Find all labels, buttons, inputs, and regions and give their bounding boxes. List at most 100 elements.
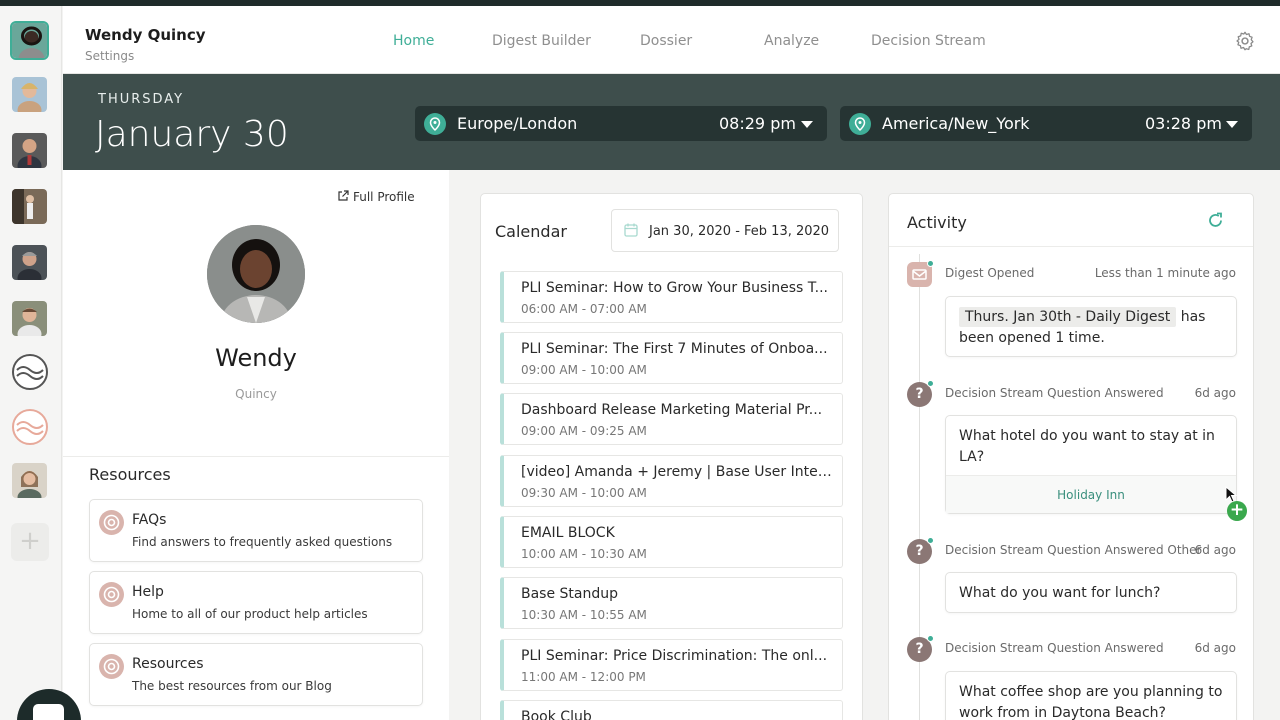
- event-title: Base Standup: [521, 586, 619, 602]
- activity-text: What do you want for lunch?: [959, 585, 1161, 601]
- calendar-event[interactable]: Base Standup 10:30 AM - 10:55 AM: [500, 577, 843, 629]
- activity-panel: Activity Digest Opened Less than 1 minut…: [888, 193, 1254, 720]
- timezone-new-york[interactable]: America/New_York 03:28 pm: [840, 106, 1252, 141]
- calendar-title: Calendar: [495, 222, 567, 241]
- date-range-value: Jan 30, 2020 - Feb 13, 2020: [649, 224, 830, 239]
- chevron-down-icon: [1226, 121, 1238, 128]
- avatar: [207, 225, 305, 323]
- activity-text: What hotel do you want to stay at in LA?: [959, 428, 1215, 465]
- rail-logo-light[interactable]: [12, 409, 48, 445]
- event-title: PLI Seminar: The First 7 Minutes of Onbo…: [521, 341, 828, 357]
- lifebuoy-icon: [99, 582, 124, 607]
- date-banner: THURSDAY January 30 Europe/London 08:29 …: [63, 74, 1280, 170]
- event-time: 10:30 AM - 10:55 AM: [521, 608, 647, 622]
- rail-avatar-2[interactable]: [12, 77, 47, 112]
- nav-dossier[interactable]: Dossier: [640, 33, 692, 49]
- activity-card[interactable]: What coffee shop are you planning to wor…: [945, 671, 1237, 720]
- timezone-name: Europe/London: [457, 114, 578, 133]
- app-header: Wendy Quincy Settings Home Digest Builde…: [63, 6, 1280, 74]
- external-link-icon: [338, 190, 349, 201]
- refresh-icon[interactable]: [1207, 212, 1224, 229]
- question-icon: ?: [907, 537, 934, 564]
- date-range-picker[interactable]: Jan 30, 2020 - Feb 13, 2020: [611, 209, 839, 252]
- timezone-name: America/New_York: [882, 114, 1030, 133]
- lifebuoy-icon: [99, 510, 124, 535]
- rail-avatar-wendy[interactable]: [10, 21, 49, 60]
- resource-card-resources[interactable]: Resources The best resources from our Bl…: [89, 643, 423, 706]
- profile-first-name: Wendy: [215, 344, 297, 372]
- event-title: Dashboard Release Marketing Material Pr.…: [521, 402, 823, 418]
- question-icon: ?: [907, 635, 934, 662]
- resource-desc: The best resources from our Blog: [132, 679, 332, 693]
- profile-last-name: Quincy: [235, 387, 277, 401]
- activity-text: What coffee shop are you planning to wor…: [959, 684, 1223, 720]
- activity-time: 6d ago: [1194, 543, 1236, 557]
- rail-avatar-6[interactable]: [12, 301, 47, 336]
- timezone-london[interactable]: Europe/London 08:29 pm: [415, 106, 827, 141]
- activity-label: Digest Opened: [945, 266, 1035, 280]
- nav-decision-stream[interactable]: Decision Stream: [871, 33, 986, 49]
- event-title: PLI Seminar: How to Grow Your Business T…: [521, 280, 829, 296]
- nav-home[interactable]: Home: [393, 33, 434, 49]
- settings-link[interactable]: Settings: [85, 49, 134, 63]
- lifebuoy-icon: [99, 654, 124, 679]
- resource-desc: Find answers to frequently asked questio…: [132, 535, 393, 549]
- event-title: Book Club: [521, 709, 592, 720]
- full-profile-link[interactable]: Full Profile: [338, 190, 415, 204]
- day-of-week: THURSDAY: [98, 92, 185, 107]
- event-title: PLI Seminar: Price Discrimination: The o…: [521, 648, 828, 664]
- rail-logo-dark[interactable]: [12, 354, 48, 390]
- current-date: January 30: [95, 114, 289, 155]
- resource-title: FAQs: [132, 512, 167, 528]
- resource-title: Help: [132, 584, 164, 600]
- resource-card-faqs[interactable]: FAQs Find answers to frequently asked qu…: [89, 499, 423, 562]
- event-time: 10:00 AM - 10:30 AM: [521, 547, 647, 561]
- divider: [63, 456, 449, 457]
- activity-label: Decision Stream Question Answered: [945, 386, 1164, 400]
- calendar-event[interactable]: Book Club: [500, 700, 843, 720]
- waves-icon: [16, 421, 44, 435]
- event-time: 09:30 AM - 10:00 AM: [521, 486, 647, 500]
- calendar-event[interactable]: PLI Seminar: The First 7 Minutes of Onbo…: [500, 332, 843, 384]
- question-icon: ?: [907, 380, 934, 407]
- timezone-time: 08:29 pm: [719, 114, 796, 133]
- digest-tag[interactable]: Thurs. Jan 30th - Daily Digest: [959, 307, 1177, 327]
- calendar-event[interactable]: PLI Seminar: Price Discrimination: The o…: [500, 639, 843, 691]
- full-profile-label: Full Profile: [353, 190, 415, 204]
- nav-digest-builder[interactable]: Digest Builder: [492, 33, 591, 49]
- mail-icon: [907, 260, 934, 287]
- activity-card[interactable]: Thurs. Jan 30th - Daily Digest has been …: [945, 296, 1237, 357]
- activity-card[interactable]: What hotel do you want to stay at in LA?…: [945, 415, 1237, 514]
- activity-card[interactable]: What do you want for lunch?: [945, 572, 1237, 613]
- calendar-event[interactable]: [video] Amanda + Jeremy | Base User Inte…: [500, 455, 843, 507]
- calendar-event[interactable]: EMAIL BLOCK 10:00 AM - 10:30 AM: [500, 516, 843, 568]
- activity-label: Decision Stream Question Answered: [945, 641, 1164, 655]
- event-time: 11:00 AM - 12:00 PM: [521, 670, 646, 684]
- gear-icon[interactable]: [1234, 30, 1256, 52]
- add-account-button[interactable]: +: [11, 523, 49, 561]
- rail-avatar-7[interactable]: [12, 463, 47, 498]
- activity-time: 6d ago: [1194, 641, 1236, 655]
- unread-dot: [927, 260, 934, 267]
- answer-value[interactable]: Holiday Inn: [946, 475, 1236, 513]
- nav-analyze[interactable]: Analyze: [764, 33, 819, 49]
- chat-icon: [33, 704, 64, 720]
- rail-avatar-4[interactable]: [12, 189, 47, 224]
- rail-avatar-5[interactable]: [12, 245, 47, 280]
- rail-avatar-3[interactable]: [12, 133, 47, 168]
- calendar-event[interactable]: PLI Seminar: How to Grow Your Business T…: [500, 271, 843, 323]
- chevron-down-icon: [801, 121, 813, 128]
- calendar-event[interactable]: Dashboard Release Marketing Material Pr.…: [500, 393, 843, 445]
- unread-dot: [927, 635, 934, 642]
- resource-title: Resources: [132, 656, 204, 672]
- divider: [889, 246, 1253, 247]
- event-time: 06:00 AM - 07:00 AM: [521, 302, 647, 316]
- user-name: Wendy Quincy: [85, 26, 206, 44]
- resource-card-help[interactable]: Help Home to all of our product help art…: [89, 571, 423, 634]
- calendar-icon: [624, 223, 638, 237]
- resources-title: Resources: [89, 465, 171, 484]
- add-icon[interactable]: +: [1227, 501, 1247, 521]
- calendar-panel: Calendar Jan 30, 2020 - Feb 13, 2020 PLI…: [480, 193, 863, 720]
- unread-dot: [927, 380, 934, 387]
- activity-time: Less than 1 minute ago: [1094, 266, 1236, 280]
